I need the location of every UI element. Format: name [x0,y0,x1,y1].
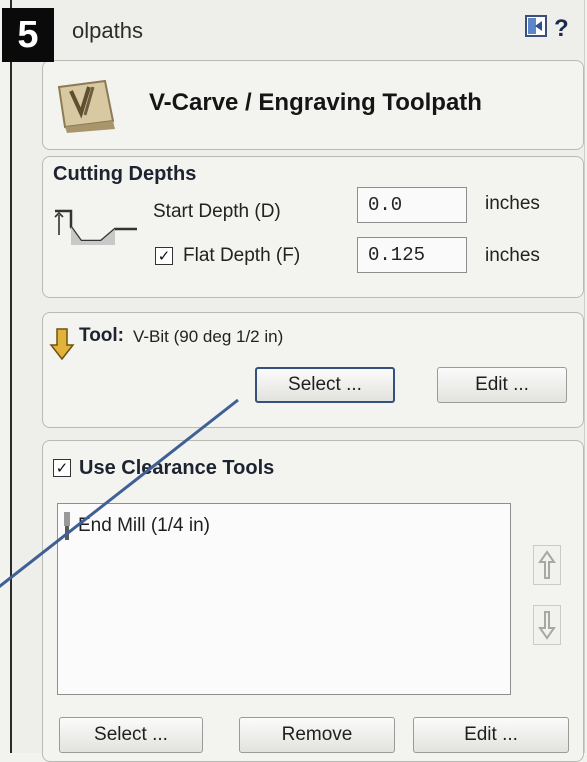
clearance-select-button[interactable]: Select ... [59,717,203,753]
start-depth-unit: inches [485,193,540,214]
panel-title: olpaths [72,18,143,43]
move-up-button[interactable] [533,545,561,585]
tool-select-button[interactable]: Select ... [255,367,395,403]
down-arrow-icon [49,328,75,361]
end-mill-icon [64,512,70,540]
arrow-down-icon [538,611,556,640]
start-depth-label: Start Depth (D) [153,201,281,222]
use-clearance-label: Use Clearance Tools [79,457,275,479]
tool-label: Tool: [79,325,125,346]
flat-depth-label: Flat Depth (F) [183,245,301,266]
toolpaths-panel: olpaths ? V-Carve / Engraving Toolpath C… [10,0,585,762]
cutting-depths-label: Cutting Depths [53,163,197,185]
clearance-tools-group: ✓ Use Clearance Tools End Mill (1/4 in) … [42,440,584,762]
list-item-label: End Mill (1/4 in) [78,515,210,536]
page-title: V-Carve / Engraving Toolpath [149,89,482,116]
use-clearance-checkbox[interactable]: ✓ [53,459,71,477]
tool-value: V-Bit (90 deg 1/2 in) [133,327,284,346]
vcarve-tool-icon [57,79,115,133]
help-button[interactable]: ? [554,15,569,43]
clearance-remove-button[interactable]: Remove [239,717,395,753]
move-down-button[interactable] [533,605,561,645]
step-badge: 5 [2,8,54,62]
cutting-depth-diagram-icon [54,209,137,245]
tool-edit-button[interactable]: Edit ... [437,367,567,403]
clearance-tool-list[interactable]: End Mill (1/4 in) [57,503,511,695]
tool-group: Tool: V-Bit (90 deg 1/2 in) Select ... E… [42,312,584,428]
flat-depth-checkbox[interactable]: ✓ [155,247,173,265]
panel-pin-icon[interactable] [524,14,548,43]
panel-controls: ? [524,14,569,43]
arrow-up-icon [538,550,556,579]
clearance-edit-button[interactable]: Edit ... [413,717,569,753]
toolpath-header: V-Carve / Engraving Toolpath [42,60,584,150]
list-item[interactable]: End Mill (1/4 in) [62,512,210,540]
start-depth-input[interactable] [357,187,467,223]
flat-depth-unit: inches [485,245,540,266]
flat-depth-input[interactable] [357,237,467,273]
cutting-depths-group: Cutting Depths Start Depth (D) inches ✓ … [42,156,584,298]
